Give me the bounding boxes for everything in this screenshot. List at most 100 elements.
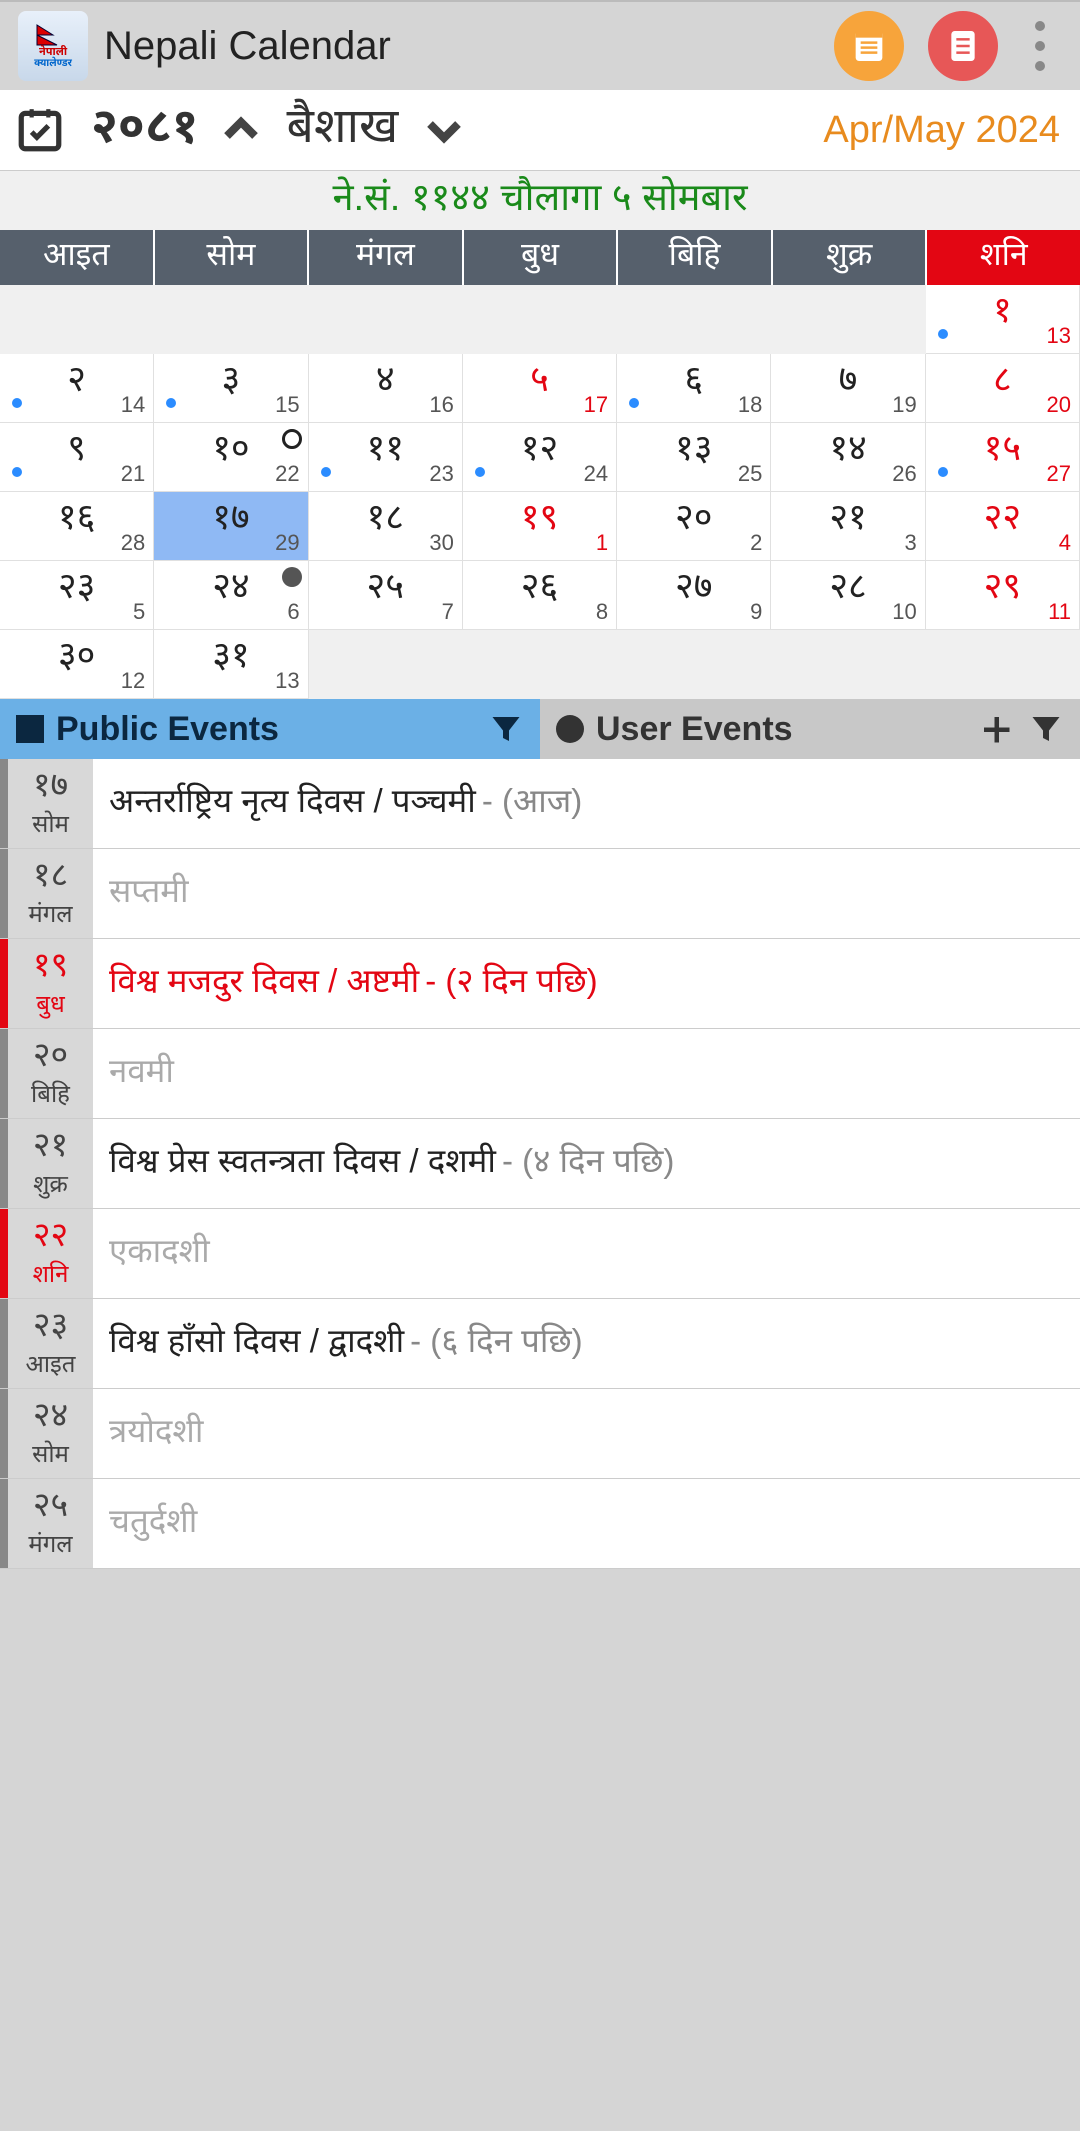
english-day: 3 (904, 530, 916, 556)
add-icon[interactable] (978, 711, 1014, 747)
english-day: 8 (596, 599, 608, 625)
day-cell[interactable]: २14 (0, 354, 154, 423)
day-cell[interactable]: ३15 (154, 354, 308, 423)
english-day: 5 (133, 599, 145, 625)
user-events-tab[interactable]: User Events (540, 699, 1080, 759)
event-row[interactable]: १९बुधविश्व मजदुर दिवस / अष्टमी - (२ दिन … (0, 939, 1080, 1029)
english-date-label: Apr/May 2024 (823, 109, 1060, 152)
event-row[interactable]: २३आइतविश्व हाँसो दिवस / द्वादशी - (६ दिन… (0, 1299, 1080, 1389)
english-day: 28 (121, 530, 145, 556)
english-day: 15 (275, 392, 299, 418)
english-day: 22 (275, 461, 299, 487)
weekday-cell: शुक्र (773, 230, 928, 285)
day-cell[interactable]: १८30 (309, 492, 463, 561)
event-row[interactable]: २०बिहिनवमी (0, 1029, 1080, 1119)
overflow-menu[interactable] (1010, 21, 1070, 71)
day-cell[interactable]: १६28 (0, 492, 154, 561)
day-cell[interactable]: ६18 (617, 354, 771, 423)
nepal-sambat-label: ने.सं. ११४४ चौलागा ५ सोमबार (0, 170, 1080, 230)
english-day: 24 (584, 461, 608, 487)
event-date-box: २४सोम (8, 1389, 93, 1478)
day-cell[interactable]: ९21 (0, 423, 154, 492)
english-day: 4 (1059, 530, 1071, 556)
day-cell[interactable]: २३5 (0, 561, 154, 630)
day-cell[interactable]: २६8 (463, 561, 617, 630)
weekday-cell: बुध (464, 230, 619, 285)
today-icon[interactable] (12, 103, 67, 158)
nepali-day: २६ (463, 565, 616, 613)
event-row[interactable]: २५मंगलचतुर्दशी (0, 1479, 1080, 1569)
day-cell[interactable]: ३१13 (154, 630, 308, 699)
english-day: 30 (429, 530, 453, 556)
day-cell[interactable]: १५27 (926, 423, 1080, 492)
english-day: 16 (429, 392, 453, 418)
day-cell[interactable]: ३०12 (0, 630, 154, 699)
event-date-box: १९बुध (8, 939, 93, 1028)
notes-button[interactable] (834, 11, 904, 81)
english-day: 27 (1046, 461, 1070, 487)
english-day: 6 (287, 599, 299, 625)
app-logo: नेपाली क्यालेण्डर (18, 11, 88, 81)
list-button[interactable] (928, 11, 998, 81)
english-day: 25 (738, 461, 762, 487)
day-cell[interactable]: २१3 (771, 492, 925, 561)
event-row[interactable]: २४सोमत्रयोदशी (0, 1389, 1080, 1479)
day-cell[interactable]: २२4 (926, 492, 1080, 561)
events-list: १७सोमअन्तर्राष्ट्रिय नृत्य दिवस / पञ्चमी… (0, 759, 1080, 1569)
filter-icon[interactable] (488, 711, 524, 747)
day-cell[interactable]: १४26 (771, 423, 925, 492)
english-day: 26 (892, 461, 916, 487)
english-day: 7 (442, 599, 454, 625)
english-day: 19 (892, 392, 916, 418)
weekday-cell: आइत (0, 230, 155, 285)
day-cell[interactable]: ४16 (309, 354, 463, 423)
event-date-box: २५मंगल (8, 1479, 93, 1568)
event-text: त्रयोदशी (93, 1389, 1080, 1478)
day-cell[interactable]: ११23 (309, 423, 463, 492)
filter-icon[interactable] (1028, 711, 1064, 747)
public-events-tab[interactable]: Public Events (0, 699, 540, 759)
event-date-box: १८मंगल (8, 849, 93, 938)
month-label[interactable]: बैशाख (287, 99, 399, 162)
english-day: 14 (121, 392, 145, 418)
event-row[interactable]: १८मंगलसप्तमी (0, 849, 1080, 939)
day-cell[interactable]: १९1 (463, 492, 617, 561)
event-text: एकादशी (93, 1209, 1080, 1298)
day-cell[interactable]: १२24 (463, 423, 617, 492)
english-day: 23 (429, 461, 453, 487)
nepali-day: २३ (0, 565, 153, 613)
nepali-day: २० (617, 496, 770, 544)
event-date-box: २२शनि (8, 1209, 93, 1298)
day-cell[interactable]: २९11 (926, 561, 1080, 630)
day-cell[interactable]: २४6 (154, 561, 308, 630)
event-text: विश्व प्रेस स्वतन्त्रता दिवस / दशमी - (४… (93, 1119, 1080, 1208)
nepali-day: २५ (309, 565, 462, 613)
year-label[interactable]: २०८१ (91, 99, 199, 162)
english-day: 9 (750, 599, 762, 625)
event-row[interactable]: २२शनिएकादशी (0, 1209, 1080, 1299)
day-cell[interactable]: ५17 (463, 354, 617, 423)
day-cell[interactable]: ७19 (771, 354, 925, 423)
day-cell[interactable]: १13 (926, 285, 1080, 354)
public-events-label: Public Events (56, 710, 279, 749)
event-color-bar (0, 759, 8, 848)
day-cell[interactable]: १७29 (154, 492, 308, 561)
day-cell[interactable]: १०22 (154, 423, 308, 492)
next-month-button[interactable] (414, 100, 474, 160)
day-cell[interactable]: २८10 (771, 561, 925, 630)
moon-icon (282, 429, 302, 449)
day-cell[interactable]: १३25 (617, 423, 771, 492)
nepali-day: २१ (771, 496, 924, 544)
prev-month-button[interactable] (211, 100, 271, 160)
day-cell[interactable]: २७9 (617, 561, 771, 630)
event-date-box: २१शुक्र (8, 1119, 93, 1208)
event-row[interactable]: १७सोमअन्तर्राष्ट्रिय नृत्य दिवस / पञ्चमी… (0, 759, 1080, 849)
english-day: 29 (275, 530, 299, 556)
event-dot-icon (629, 398, 639, 408)
day-cell[interactable]: ८20 (926, 354, 1080, 423)
day-cell[interactable]: २५7 (309, 561, 463, 630)
event-dot-icon (12, 398, 22, 408)
english-day: 11 (1048, 599, 1071, 625)
day-cell[interactable]: २०2 (617, 492, 771, 561)
event-row[interactable]: २१शुक्रविश्व प्रेस स्वतन्त्रता दिवस / दश… (0, 1119, 1080, 1209)
